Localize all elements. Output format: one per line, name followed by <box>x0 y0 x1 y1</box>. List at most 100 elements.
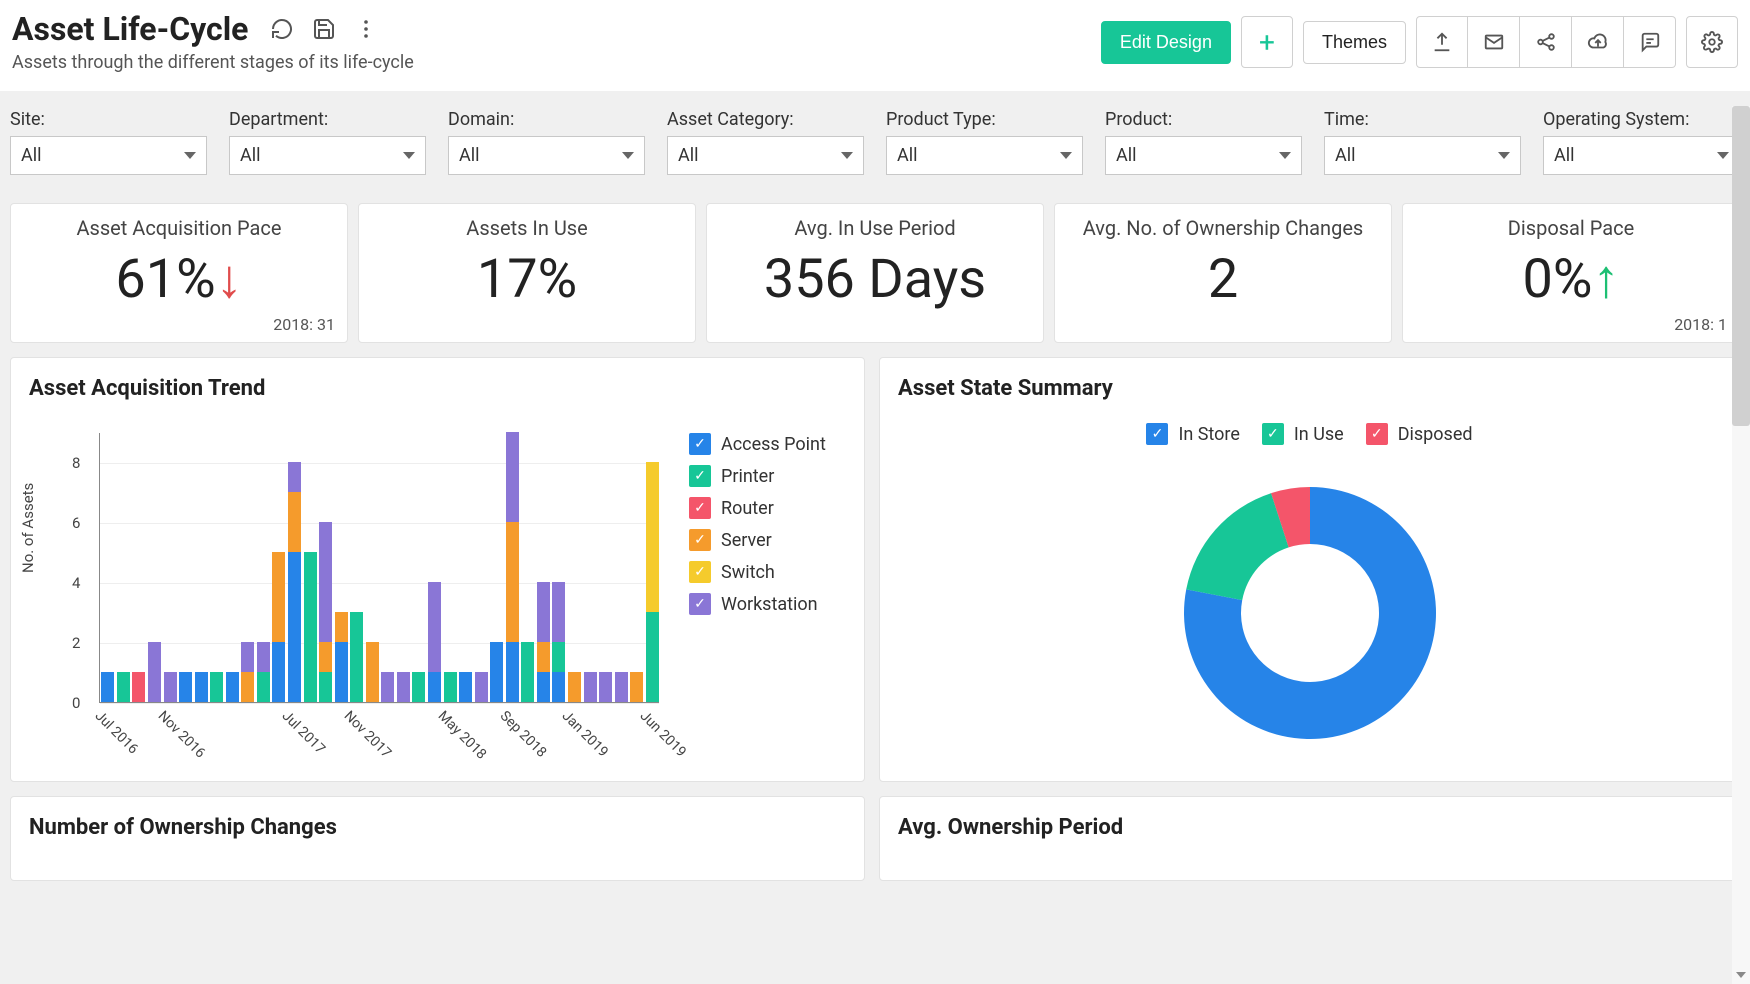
filter-select[interactable]: All <box>886 136 1083 175</box>
filter-4: Product Type: All <box>886 109 1083 175</box>
filter-select[interactable]: All <box>667 136 864 175</box>
page-title: Asset Life-Cycle <box>12 10 248 48</box>
legend-item[interactable]: ✓Workstation <box>689 593 826 615</box>
kpi-label: Disposal Pace <box>1508 216 1634 240</box>
legend-item[interactable]: ✓Access Point <box>689 433 826 455</box>
chevron-down-icon <box>184 152 196 159</box>
filter-value: All <box>1116 145 1137 166</box>
share-button[interactable] <box>1520 16 1572 68</box>
kpi-row: Asset Acquisition Pace 61%↓ 2018: 31Asse… <box>10 203 1740 343</box>
scroll-down-icon[interactable] <box>1732 966 1750 984</box>
title-row: Asset Life-Cycle <box>12 10 414 48</box>
donut-chart <box>1160 463 1460 763</box>
filter-7: Operating System: All <box>1543 109 1740 175</box>
save-icon[interactable] <box>312 17 336 41</box>
y-tick: 4 <box>72 574 80 592</box>
filter-select[interactable]: All <box>448 136 645 175</box>
donut-segment[interactable] <box>1186 493 1288 600</box>
legend-checkbox-icon: ✓ <box>689 465 711 487</box>
title-icon-group <box>270 17 378 41</box>
legend-label: Switch <box>721 562 775 583</box>
filter-select[interactable]: All <box>10 136 207 175</box>
chevron-down-icon <box>841 152 853 159</box>
y-tick: 8 <box>72 454 80 472</box>
bar-chart-legend: ✓Access Point✓Printer✓Router✓Server✓Swit… <box>689 423 826 763</box>
more-vertical-icon[interactable] <box>354 17 378 41</box>
x-tick: Jun 2019 <box>636 708 690 762</box>
refresh-icon[interactable] <box>270 17 294 41</box>
trend-down-icon: ↓ <box>216 248 243 311</box>
legend-label: Workstation <box>721 594 818 615</box>
legend-item[interactable]: ✓Disposed <box>1366 423 1473 445</box>
filter-select[interactable]: All <box>229 136 426 175</box>
legend-item[interactable]: ✓Printer <box>689 465 826 487</box>
bar-chart: No. of Assets 02468Jul 2016Nov 2016Jul 2… <box>29 423 669 763</box>
filter-3: Asset Category: All <box>667 109 864 175</box>
legend-checkbox-icon: ✓ <box>689 433 711 455</box>
kpi-label: Asset Acquisition Pace <box>76 216 281 240</box>
kpi-label: Avg. No. of Ownership Changes <box>1083 216 1364 240</box>
legend-checkbox-icon: ✓ <box>689 529 711 551</box>
legend-checkbox-icon: ✓ <box>689 497 711 519</box>
kpi-label: Avg. In Use Period <box>794 216 955 240</box>
bar-chart-plot: 02468Jul 2016Nov 2016Jul 2017Nov 2017May… <box>99 433 659 703</box>
filter-label: Site: <box>10 109 207 130</box>
legend-label: In Use <box>1294 424 1344 445</box>
settings-button[interactable] <box>1686 16 1738 68</box>
trend-up-icon: ↑ <box>1592 248 1619 311</box>
legend-label: In Store <box>1178 424 1239 445</box>
add-button[interactable]: + <box>1241 16 1293 68</box>
legend-item[interactable]: ✓Router <box>689 497 826 519</box>
filter-value: All <box>897 145 918 166</box>
x-tick: Sep 2018 <box>496 708 550 762</box>
legend-item[interactable]: ✓ In Use <box>1262 423 1344 445</box>
scrollbar-thumb[interactable] <box>1732 106 1750 426</box>
filter-value: All <box>1554 145 1575 166</box>
chevron-down-icon <box>1717 152 1729 159</box>
filter-value: All <box>1335 145 1356 166</box>
chart-row-1: Asset Acquisition Trend No. of Assets 02… <box>10 357 1740 782</box>
kpi-value: 17% <box>477 248 577 311</box>
kpi-value: 61%↓ <box>115 248 242 311</box>
legend-checkbox-icon: ✓ <box>1262 423 1284 445</box>
mail-button[interactable] <box>1468 16 1520 68</box>
page-subtitle: Assets through the different stages of i… <box>12 52 414 73</box>
filter-select[interactable]: All <box>1105 136 1302 175</box>
kpi-label: Assets In Use <box>466 216 587 240</box>
header-left: Asset Life-Cycle Assets through the diff… <box>12 10 414 73</box>
chart-title: Number of Ownership Changes <box>29 815 846 840</box>
filter-value: All <box>459 145 480 166</box>
donut-legend: ✓ In Store ✓ In Use ✓Disposed <box>898 423 1721 445</box>
filter-select[interactable]: All <box>1324 136 1521 175</box>
header-right: Edit Design + Themes <box>1101 16 1738 68</box>
chevron-down-icon <box>403 152 415 159</box>
filter-select[interactable]: All <box>1543 136 1740 175</box>
donut-wrap <box>898 463 1721 763</box>
filter-6: Time: All <box>1324 109 1521 175</box>
chevron-down-icon <box>1279 152 1291 159</box>
kpi-value: 2 <box>1208 248 1238 311</box>
cloud-upload-button[interactable] <box>1572 16 1624 68</box>
legend-item[interactable]: ✓Switch <box>689 561 826 583</box>
legend-item[interactable]: ✓ In Store <box>1146 423 1239 445</box>
legend-item[interactable]: ✓Server <box>689 529 826 551</box>
avg-ownership-period-card: Avg. Ownership Period <box>879 796 1740 881</box>
chart-title: Asset Acquisition Trend <box>29 376 846 401</box>
kpi-card: Avg. In Use Period 356 Days <box>706 203 1044 343</box>
chart-row-2: Number of Ownership Changes Avg. Ownersh… <box>10 796 1740 881</box>
export-button[interactable] <box>1416 16 1468 68</box>
filter-value: All <box>240 145 261 166</box>
kpi-value: 356 Days <box>764 248 986 311</box>
vertical-scrollbar[interactable] <box>1732 106 1750 984</box>
filter-2: Domain: All <box>448 109 645 175</box>
x-tick: Jul 2017 <box>279 708 333 762</box>
x-tick: Jul 2016 <box>92 708 146 762</box>
chevron-down-icon <box>1060 152 1072 159</box>
filter-0: Site: All <box>10 109 207 175</box>
legend-checkbox-icon: ✓ <box>1146 423 1168 445</box>
kpi-card: Assets In Use 17% <box>358 203 696 343</box>
y-tick: 6 <box>72 514 80 532</box>
edit-design-button[interactable]: Edit Design <box>1101 21 1231 64</box>
themes-button[interactable]: Themes <box>1303 21 1406 64</box>
comment-button[interactable] <box>1624 16 1676 68</box>
